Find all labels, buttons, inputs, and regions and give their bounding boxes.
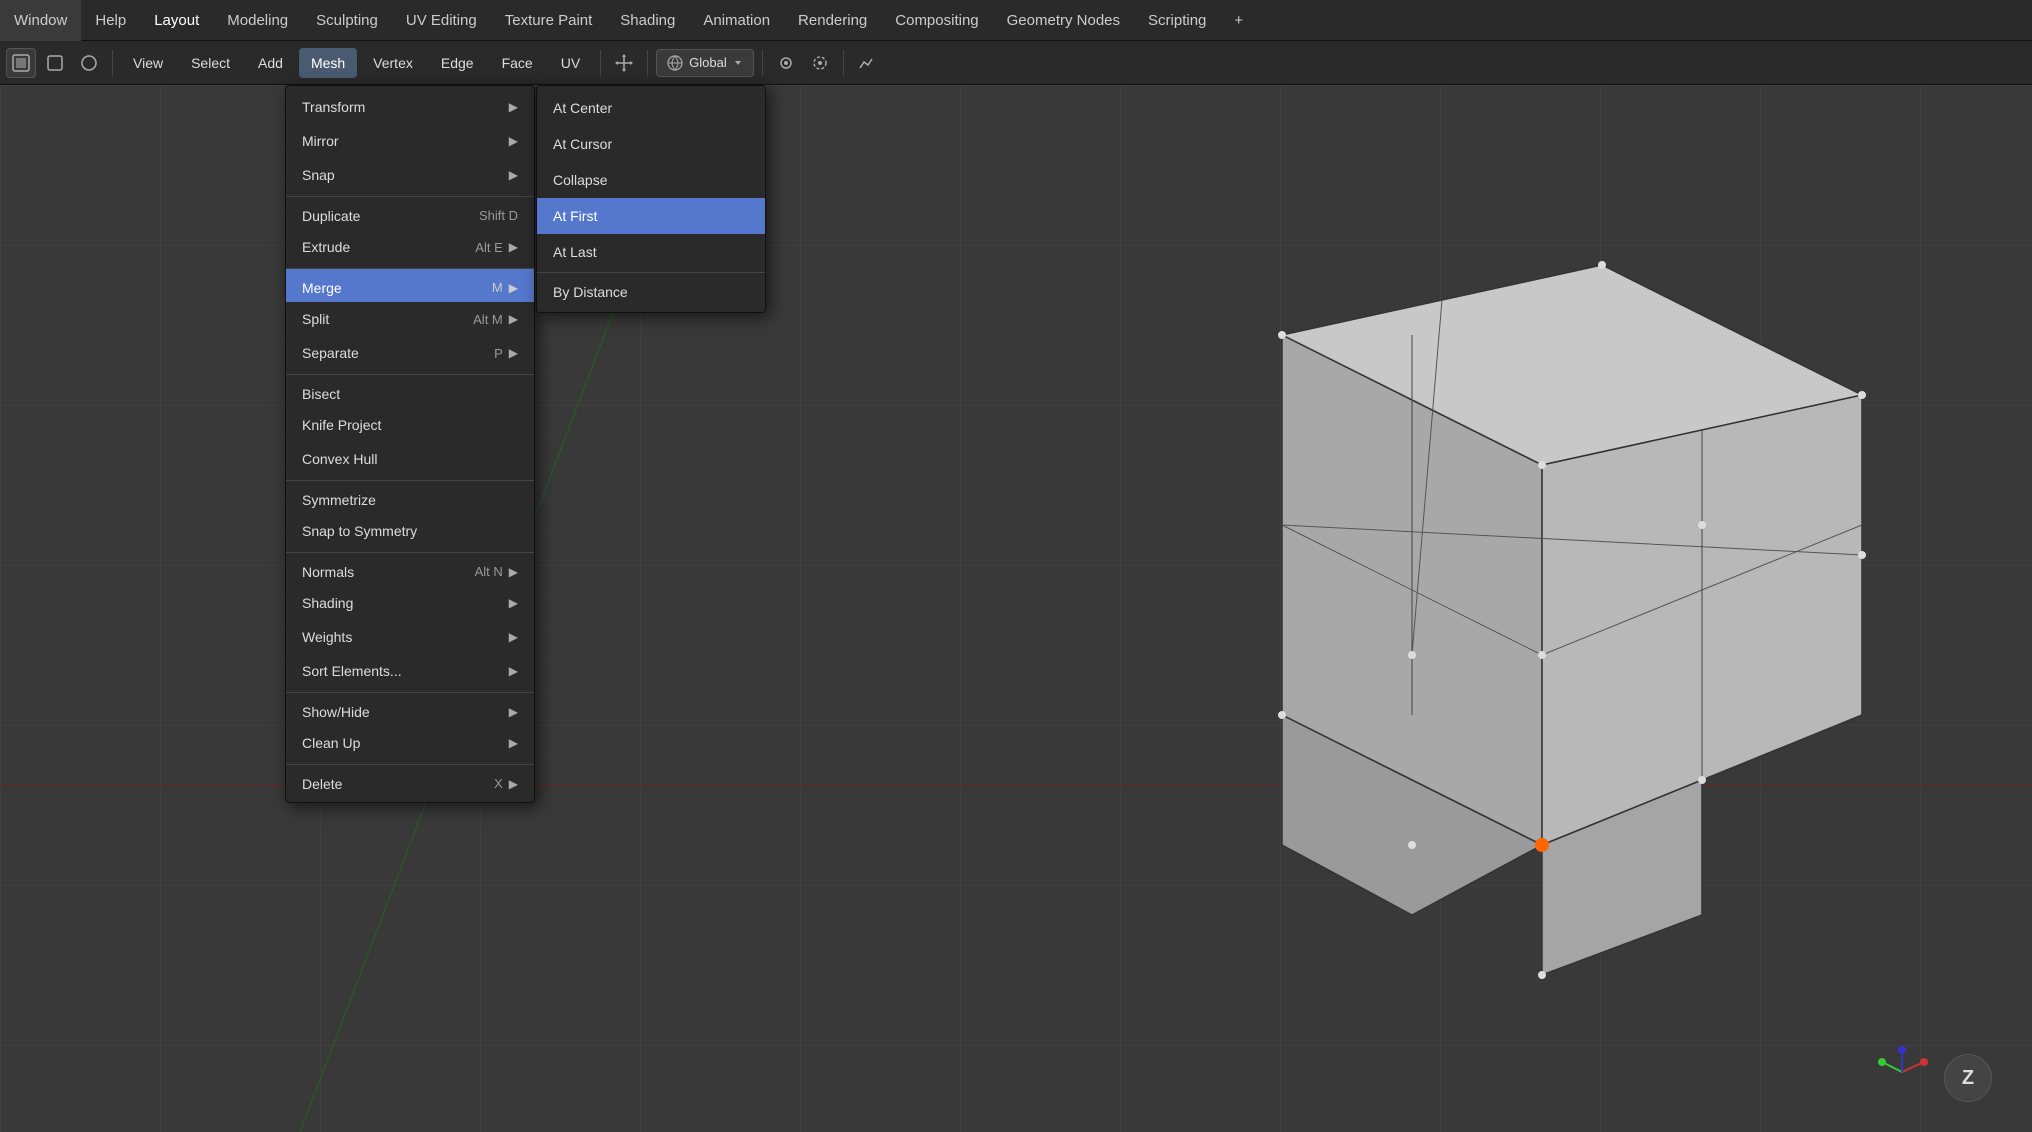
toolbar2-view[interactable]: View [121,48,175,78]
main-menu: Transform ▶ Mirror ▶ Snap ▶ Duplicate Sh… [285,85,535,803]
arrow-icon: ▶ [509,100,518,114]
graph-icon[interactable] [852,48,882,78]
topbar-uv-editing[interactable]: UV Editing [392,0,491,41]
snap-icon[interactable] [771,48,801,78]
menu-item-shading[interactable]: Shading ▶ [286,586,534,620]
shortcut-merge: M [492,280,503,295]
topbar-window[interactable]: Window [0,0,81,41]
topbar-layout[interactable]: Layout [140,0,213,41]
menu-item-sort-elements[interactable]: Sort Elements... ▶ [286,654,534,688]
topbar-modeling[interactable]: Modeling [213,0,302,41]
menu-item-show-hide[interactable]: Show/Hide ▶ [286,692,534,726]
arrow-icon-show-hide: ▶ [509,705,518,719]
arrow-icon-merge: ▶ [509,281,518,295]
merge-submenu: At Center At Cursor Collapse At First At… [536,85,766,313]
shortcut-normals: Alt N [475,564,503,579]
menu-item-extrude[interactable]: Extrude Alt E ▶ [286,230,534,264]
shortcut-split: Alt M [473,312,503,327]
mode-icon-2[interactable] [40,48,70,78]
menu-item-merge[interactable]: Merge M ▶ [286,268,534,302]
menu-item-snap-to-symmetry[interactable]: Snap to Symmetry [286,514,534,548]
toolbar2-vertex[interactable]: Vertex [361,48,425,78]
topbar-sculpting[interactable]: Sculpting [302,0,392,41]
divider-4 [762,50,763,76]
toolbar2-add[interactable]: Add [246,48,295,78]
topbar-geometry-nodes[interactable]: Geometry Nodes [993,0,1134,41]
menu-item-split[interactable]: Split Alt M ▶ [286,302,534,336]
menu-item-convex-hull[interactable]: Convex Hull [286,442,534,476]
topbar-add-workspace[interactable]: + [1220,0,1257,41]
arrow-icon-extrude: ▶ [509,240,518,254]
toolbar2-select[interactable]: Select [179,48,242,78]
topbar-compositing[interactable]: Compositing [881,0,992,41]
submenu-at-first[interactable]: At First [537,198,765,234]
proportional-icon[interactable] [805,48,835,78]
menu-item-transform[interactable]: Transform ▶ [286,90,534,124]
menu-item-separate[interactable]: Separate P ▶ [286,336,534,370]
menu-item-bisect[interactable]: Bisect [286,374,534,408]
arrow-icon-sort: ▶ [509,664,518,678]
submenu-at-last[interactable]: At Last [537,234,765,270]
submenu-at-cursor[interactable]: At Cursor [537,126,765,162]
zoom-button[interactable]: Z [1944,1054,1992,1102]
topbar: Window Help Layout Modeling Sculpting UV… [0,0,2032,41]
arrow-icon-separate: ▶ [509,346,518,360]
submenu-collapse[interactable]: Collapse [537,162,765,198]
topbar-texture-paint[interactable]: Texture Paint [491,0,607,41]
toolbar2-face[interactable]: Face [490,48,545,78]
3d-scene [1082,135,1982,985]
menu-item-snap[interactable]: Snap ▶ [286,158,534,192]
transform-icon[interactable] [609,48,639,78]
divider-3 [647,50,648,76]
toolbar2-mesh[interactable]: Mesh [299,48,357,78]
menu-item-knife-project[interactable]: Knife Project [286,408,534,442]
mode-icon-3[interactable] [74,48,104,78]
divider-2 [600,50,601,76]
menu-item-mirror[interactable]: Mirror ▶ [286,124,534,158]
menu-item-normals[interactable]: Normals Alt N ▶ [286,552,534,586]
arrow-icon-delete: ▶ [509,777,518,791]
shortcut-duplicate: Shift D [479,208,518,223]
topbar-shading[interactable]: Shading [606,0,689,41]
menu-item-weights[interactable]: Weights ▶ [286,620,534,654]
menu-item-clean-up[interactable]: Clean Up ▶ [286,726,534,760]
arrow-icon-clean-up: ▶ [509,736,518,750]
arrow-icon: ▶ [509,168,518,182]
global-selector[interactable]: Global [656,49,754,77]
menu-item-symmetrize[interactable]: Symmetrize [286,480,534,514]
topbar-rendering[interactable]: Rendering [784,0,881,41]
topbar-help[interactable]: Help [81,0,140,41]
divider-1 [112,50,113,76]
submenu-at-center[interactable]: At Center [537,90,765,126]
arrow-icon-weights: ▶ [509,630,518,644]
divider-5 [843,50,844,76]
shortcut-extrude: Alt E [475,240,502,255]
toolbar2-edge[interactable]: Edge [429,48,486,78]
global-label: Global [689,55,727,70]
topbar-animation[interactable]: Animation [689,0,784,41]
axis-indicator [1872,1042,1932,1102]
shortcut-delete: X [494,776,503,791]
toolbar2: View Select Add Mesh Vertex Edge Face UV… [0,41,2032,85]
toolbar2-uv[interactable]: UV [549,48,592,78]
menu-item-duplicate[interactable]: Duplicate Shift D [286,196,534,230]
arrow-icon: ▶ [509,134,518,148]
shortcut-separate: P [494,346,503,361]
arrow-icon-split: ▶ [509,312,518,326]
menu-item-delete[interactable]: Delete X ▶ [286,764,534,798]
arrow-icon-shading: ▶ [509,596,518,610]
arrow-icon-normals: ▶ [509,565,518,579]
topbar-scripting[interactable]: Scripting [1134,0,1220,41]
mode-icon-1[interactable] [6,48,36,78]
submenu-by-distance[interactable]: By Distance [537,272,765,308]
